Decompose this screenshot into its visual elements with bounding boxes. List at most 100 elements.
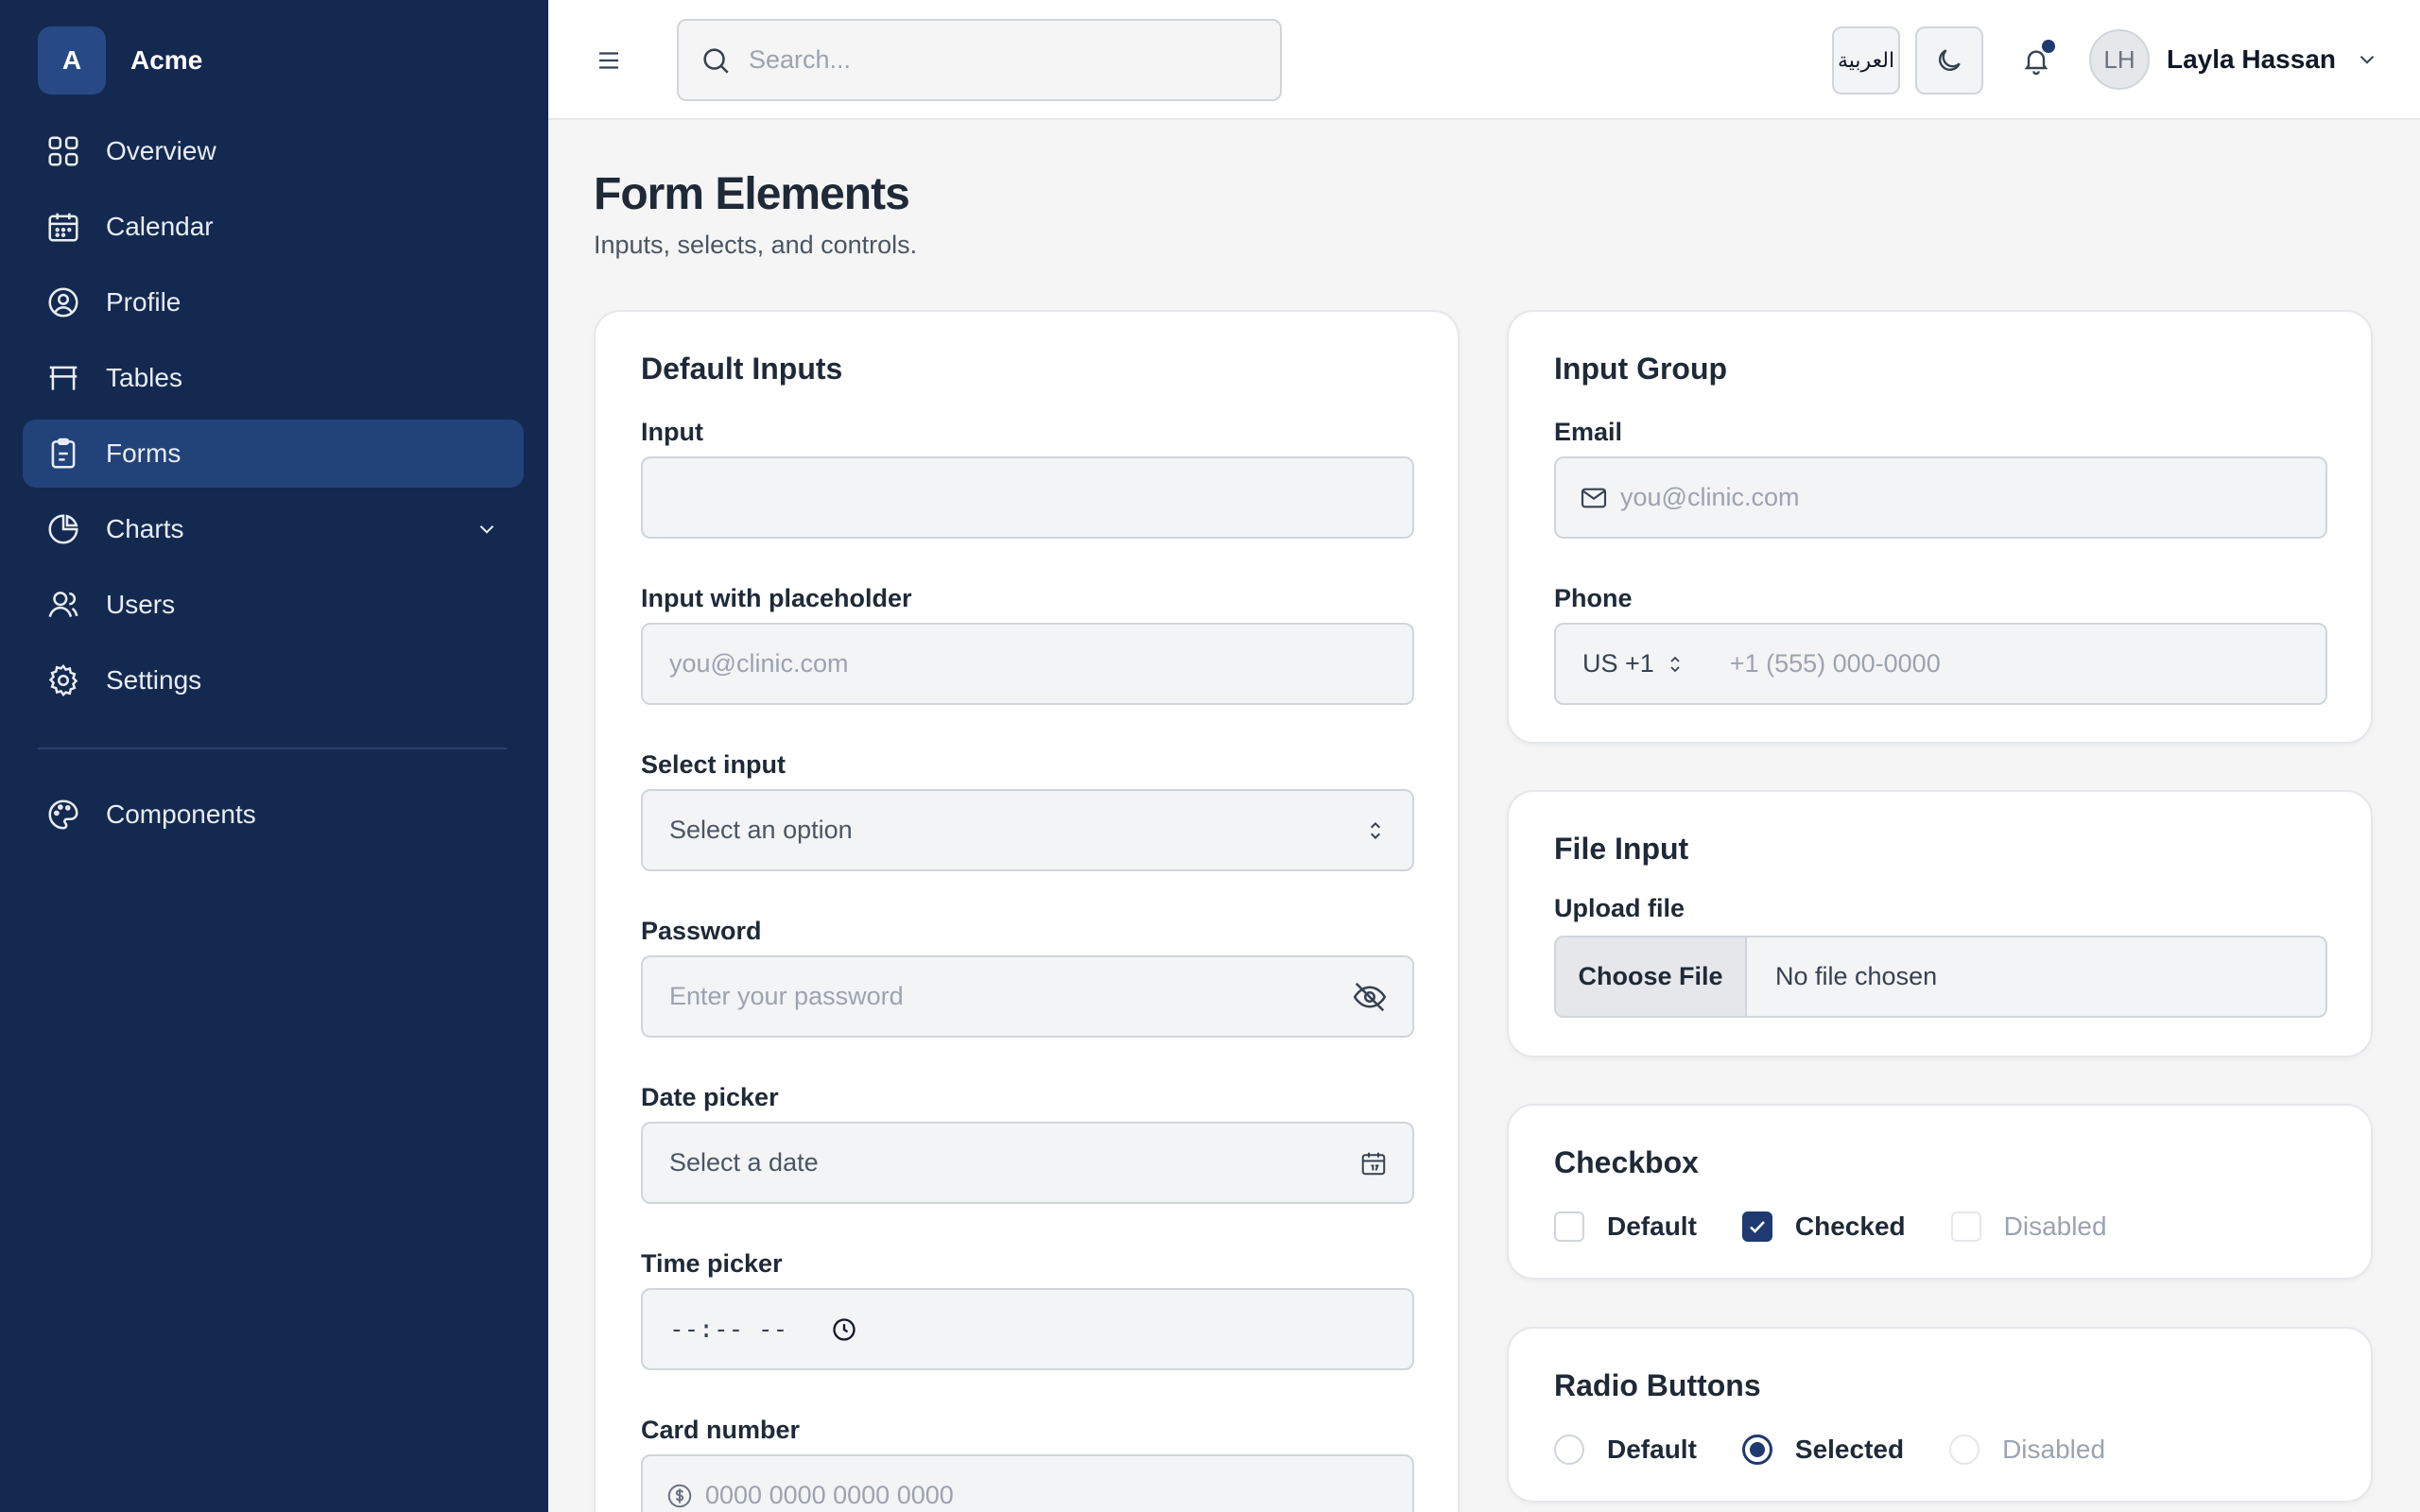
phone-field: US +1 +1 (555) 000-0000	[1554, 623, 2327, 705]
user-name: Layla Hassan	[2167, 44, 2336, 74]
placeholder-input-label: Input with placeholder	[641, 584, 912, 612]
password-placeholder: Enter your password	[669, 982, 904, 1010]
chevron-down-icon	[479, 525, 494, 534]
email-placeholder: you@clinic.com	[1620, 483, 1800, 511]
radio-disabled	[1949, 1435, 1980, 1465]
sidebar-item-label: Overview	[106, 136, 216, 165]
card-number-input[interactable]: 0000 0000 0000 0000	[641, 1454, 1414, 1512]
sidebar-divider	[38, 747, 507, 749]
pie-chart-icon	[48, 514, 78, 544]
sidebar-item-users[interactable]: Users	[23, 571, 524, 639]
password-input[interactable]: Enter your password	[641, 955, 1414, 1038]
file-input-card: File Input Upload file Choose File No fi…	[1507, 790, 2373, 1057]
brand[interactable]: A Acme	[38, 26, 202, 94]
calendar-icon[interactable]	[1359, 1149, 1388, 1177]
select-input[interactable]: Select an option	[641, 789, 1414, 871]
sidebar-item-settings[interactable]: Settings	[23, 646, 524, 714]
password-label: Password	[641, 917, 762, 945]
chevron-down-icon	[2360, 56, 2375, 64]
time-placeholder: --:-- --	[669, 1314, 788, 1344]
card-title: Default Inputs	[641, 352, 843, 386]
sidebar-item-label: Calendar	[106, 212, 214, 241]
time-picker-input[interactable]: --:-- --	[641, 1288, 1414, 1370]
checkbox-label: Default	[1607, 1211, 1697, 1241]
sidebar: A Acme Overview Calendar Profile Tables …	[0, 0, 548, 1512]
input-group-card: Input Group Email you@clinic.com Phone U…	[1507, 310, 2373, 744]
chevron-updown-icon[interactable]	[1664, 653, 1686, 676]
sidebar-item-label: Forms	[106, 438, 182, 468]
card-number-label: Card number	[641, 1416, 801, 1444]
sidebar-item-overview[interactable]: Overview	[23, 117, 524, 185]
gear-icon	[48, 664, 78, 696]
language-toggle-button[interactable]: العربية	[1832, 26, 1900, 94]
checkbox-disabled	[1950, 1211, 1981, 1242]
file-input: Choose File No file chosen	[1554, 936, 2327, 1018]
sidebar-item-tables[interactable]: Tables	[23, 344, 524, 412]
country-code-select[interactable]: US +1	[1582, 649, 1654, 679]
sidebar-item-label: Components	[106, 799, 256, 829]
calendar-icon	[48, 213, 78, 242]
sidebar-item-label: Settings	[106, 665, 202, 695]
notification-dot	[2042, 40, 2055, 53]
brand-logo: A	[38, 26, 106, 94]
chevron-updown-icon	[1370, 821, 1381, 839]
phone-input[interactable]: +1 (555) 000-0000	[1730, 649, 1941, 679]
checkbox-label: Disabled	[2003, 1211, 2107, 1241]
sidebar-item-calendar[interactable]: Calendar	[23, 193, 524, 261]
card-number-placeholder: 0000 0000 0000 0000	[705, 1481, 954, 1509]
search-icon	[703, 47, 729, 74]
radio-selected[interactable]	[1741, 1435, 1772, 1465]
sidebar-item-label: Charts	[106, 514, 184, 543]
grid-icon	[48, 136, 78, 166]
input-label: Input	[641, 418, 703, 446]
sidebar-item-label: Users	[106, 590, 176, 619]
date-picker-input[interactable]: Select a date	[641, 1122, 1414, 1204]
checkbox-group: Default Checked Disabled	[1554, 1211, 2152, 1242]
date-placeholder: Select a date	[669, 1148, 819, 1177]
radio-group: Default Selected Disabled	[1554, 1435, 2151, 1465]
radio-label: Disabled	[2002, 1435, 2106, 1464]
sidebar-nav: Overview Calendar Profile Tables Forms C…	[23, 117, 524, 722]
radio-label: Selected	[1794, 1435, 1905, 1464]
search-input[interactable]	[749, 45, 1259, 75]
text-input[interactable]	[641, 456, 1414, 539]
card-title: Checkbox	[1554, 1145, 1699, 1179]
radio-default[interactable]	[1554, 1435, 1584, 1465]
users-icon	[48, 592, 78, 618]
search-box	[677, 19, 1282, 101]
checkbox-label: Checked	[1794, 1211, 1906, 1241]
user-circle-icon	[48, 287, 78, 318]
eye-off-icon[interactable]	[1352, 979, 1388, 1015]
card-title: Radio Buttons	[1554, 1368, 1761, 1402]
sidebar-item-profile[interactable]: Profile	[23, 268, 524, 336]
mail-icon	[1581, 488, 1607, 507]
hamburger-icon	[599, 52, 618, 69]
user-menu[interactable]: LH Layla Hassan	[2089, 28, 2379, 91]
moon-icon	[1939, 49, 1961, 71]
radio-label: Default	[1607, 1435, 1697, 1464]
theme-toggle-button[interactable]	[1915, 26, 1983, 94]
brand-name: Acme	[130, 45, 203, 75]
table-icon	[49, 366, 78, 390]
checkbox-checked[interactable]	[1741, 1211, 1772, 1242]
default-inputs-card: Default Inputs Input Input with placehol…	[594, 310, 1460, 1512]
dollar-circle-icon	[667, 1484, 692, 1507]
sidebar-item-forms[interactable]: Forms	[23, 420, 524, 488]
menu-toggle-button[interactable]	[586, 38, 631, 83]
sidebar-item-components[interactable]: Components	[23, 781, 524, 849]
email-label: Email	[1554, 418, 1623, 446]
choose-file-button[interactable]: Choose File	[1556, 937, 1747, 1016]
checkbox-card: Checkbox Default Checked Disabled	[1507, 1104, 2373, 1280]
clipboard-icon	[51, 438, 76, 469]
date-label: Date picker	[641, 1083, 779, 1111]
email-field[interactable]: you@clinic.com	[1554, 456, 2327, 539]
notifications-button[interactable]	[2010, 34, 2063, 87]
clock-icon[interactable]	[831, 1316, 857, 1343]
placeholder-input[interactable]: you@clinic.com	[641, 623, 1414, 705]
sidebar-item-charts[interactable]: Charts	[23, 495, 524, 563]
card-title: Input Group	[1554, 352, 1728, 386]
upload-label: Upload file	[1554, 894, 1685, 922]
sidebar-item-label: Tables	[106, 363, 182, 392]
checkbox-default[interactable]	[1554, 1211, 1584, 1242]
phone-label: Phone	[1554, 584, 1633, 612]
